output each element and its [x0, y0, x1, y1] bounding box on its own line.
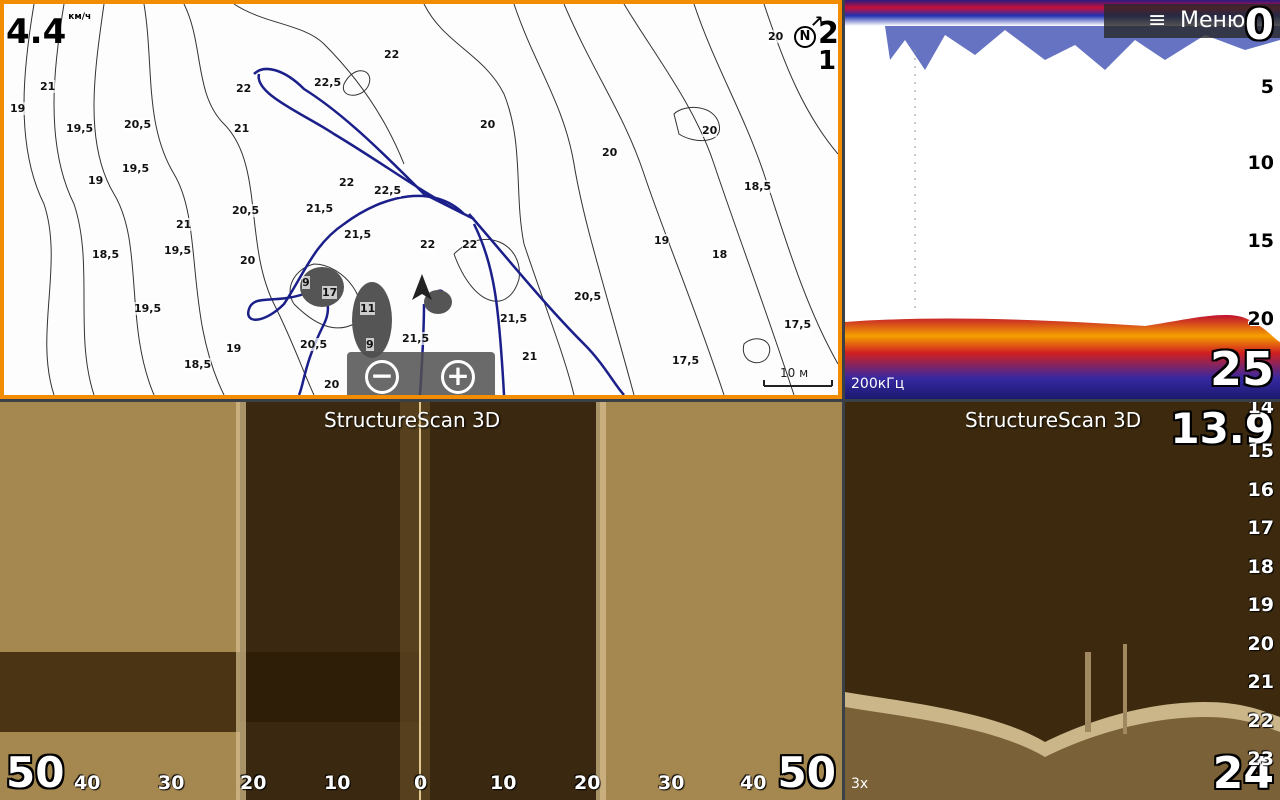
contour-depth-label: 17,5 — [784, 318, 812, 331]
zoom-in-button[interactable]: + — [441, 360, 475, 394]
contour-depth-label: 20 — [324, 378, 340, 391]
side-scan-range-tick: 30 — [658, 772, 685, 794]
contour-depth-label: 20,5 — [574, 290, 602, 303]
contour-depth-label: 20,5 — [124, 118, 152, 131]
down-scan-depth-tick: 14 — [1247, 402, 1274, 418]
side-scan-range-tick: 40 — [740, 772, 767, 794]
sonar-depth-tick: 15 — [1247, 230, 1274, 252]
down-scan-image — [845, 644, 1280, 800]
down-scan-pane[interactable]: StructureScan 3D 13.9 24 3x 14 15 16 17 18 19… — [845, 402, 1280, 800]
contour-depth-label: 21,5 — [306, 202, 334, 215]
contour-depth-label: 19 — [10, 102, 26, 115]
contour-depth-label: 9 — [302, 276, 310, 289]
sonar-range-bottom: 25 — [1209, 342, 1274, 396]
side-scan-range-tick: 0 — [414, 772, 428, 794]
zoom-controls: − + — [347, 352, 495, 395]
north-label: N — [799, 29, 811, 44]
down-scan-depth-tick: 18 — [1247, 555, 1274, 578]
down-scan-depth-tick: 15 — [1247, 440, 1274, 462]
contour-depth-label: 21,5 — [402, 332, 430, 345]
contour-depth-label: 17,5 — [672, 354, 700, 367]
contour-depth-label: 22 — [462, 238, 478, 251]
contour-depth-label: 19 — [654, 234, 670, 247]
temperature-readout: 12.4в — [818, 46, 838, 76]
contour-depth-label: 18,5 — [744, 180, 772, 193]
contour-depth-label: 19,5 — [122, 162, 150, 175]
down-scan-depth-tick: 22 — [1247, 709, 1274, 732]
side-scan-range-tick: 10 — [324, 772, 351, 794]
contour-depth-label: 17 — [322, 286, 338, 299]
scale-bar-label: 10 м — [780, 366, 809, 380]
down-scan-depth-tick: 16 — [1247, 478, 1274, 501]
zoom-out-button[interactable]: − — [365, 360, 399, 394]
contour-depth-label: 22 — [339, 176, 355, 189]
side-scan-range-tick: 20 — [240, 772, 267, 794]
side-scan-range-right: 50 — [777, 748, 836, 797]
down-scan-depth-tick: 21 — [1247, 671, 1274, 693]
down-scan-title: StructureScan 3D — [965, 408, 1142, 432]
contour-depth-label: 19 — [88, 174, 104, 187]
speed-value: 4.4 — [6, 12, 67, 52]
sonar-image — [845, 0, 1280, 399]
down-scan-depth-tick: 17 — [1247, 517, 1274, 539]
sonar-frequency: 200кГц — [851, 376, 905, 392]
contour-depth-label: 19,5 — [164, 244, 192, 257]
contour-depth-label: 22,5 — [314, 76, 342, 89]
contour-depth-label: 19 — [226, 342, 242, 355]
side-scan-image — [0, 402, 842, 800]
sonar-pane[interactable]: ≡ Меню 0 25 200кГц 5 10 15 20 — [845, 0, 1280, 399]
contour-depth-label: 22 — [236, 82, 252, 95]
contour-depth-label: 21,5 — [344, 228, 372, 241]
side-scan-range-tick: 20 — [574, 772, 601, 794]
side-scan-pane[interactable]: StructureScan 3D 50 50 40 30 20 10 0 10 20 30 40 — [0, 402, 842, 800]
down-scan-depth-tick: 23 — [1247, 748, 1274, 770]
contour-depth-label: 20 — [702, 124, 718, 137]
sonar-depth-tick: 5 — [1260, 76, 1274, 98]
contour-depth-label: 20 — [768, 30, 784, 43]
side-scan-range-tick: 40 — [74, 772, 101, 794]
contour-depth-label: 18,5 — [184, 358, 212, 371]
contour-depth-label: 19,5 — [134, 302, 162, 315]
down-scan-depth-tick: 20 — [1247, 632, 1274, 655]
menu-label: Меню — [1180, 8, 1246, 33]
side-scan-range-left: 50 — [6, 748, 65, 797]
sonar-depth-tick: 20 — [1247, 308, 1274, 330]
contour-depth-label: 20 — [480, 118, 496, 131]
contour-depth-label: 18 — [712, 248, 728, 261]
contour-depth-label: 18,5 — [92, 248, 120, 261]
contour-depth-label: 21,5 — [500, 312, 528, 325]
contour-depth-label: 21 — [522, 350, 538, 363]
contour-depth-label: 22 — [384, 48, 400, 61]
contour-depth-label: 21 — [176, 218, 192, 231]
contour-depth-label: 21 — [40, 80, 56, 93]
contour-depth-label: 20 — [602, 146, 618, 159]
sonar-depth-tick: 10 — [1247, 152, 1274, 174]
speed-readout: 4.4 км/ч — [6, 12, 91, 52]
speed-unit: км/ч — [68, 12, 92, 22]
boat-position-icon — [412, 274, 432, 300]
down-scan-zoom-level: 3x — [851, 776, 869, 792]
contour-depth-label: 22 — [420, 238, 436, 251]
contour-depth-label: 11 — [360, 302, 376, 315]
contour-depth-label: 20,5 — [232, 204, 260, 217]
contour-depth-label: 22,5 — [374, 184, 402, 197]
contour-depth-label: 19,5 — [66, 122, 94, 135]
hamburger-icon: ≡ — [1148, 8, 1167, 33]
side-scan-range-tick: 30 — [158, 772, 185, 794]
contour-depth-label: 20,5 — [300, 338, 328, 351]
down-scan-depth-tick: 19 — [1247, 594, 1274, 616]
contour-depth-label: 21 — [234, 122, 250, 135]
side-scan-title: StructureScan 3D — [324, 408, 501, 432]
contour-depth-label: 20 — [240, 254, 256, 267]
side-scan-range-tick: 10 — [490, 772, 517, 794]
sonar-range-top: 0 — [1244, 0, 1274, 49]
contour-depth-label: 9 — [366, 338, 374, 351]
chart-map-pane[interactable]: 4.4км/ч N ↗ 21.8м 12.4в 10 м − + 2222,52… — [0, 0, 842, 399]
temperature-value: 12.4 — [818, 46, 838, 76]
